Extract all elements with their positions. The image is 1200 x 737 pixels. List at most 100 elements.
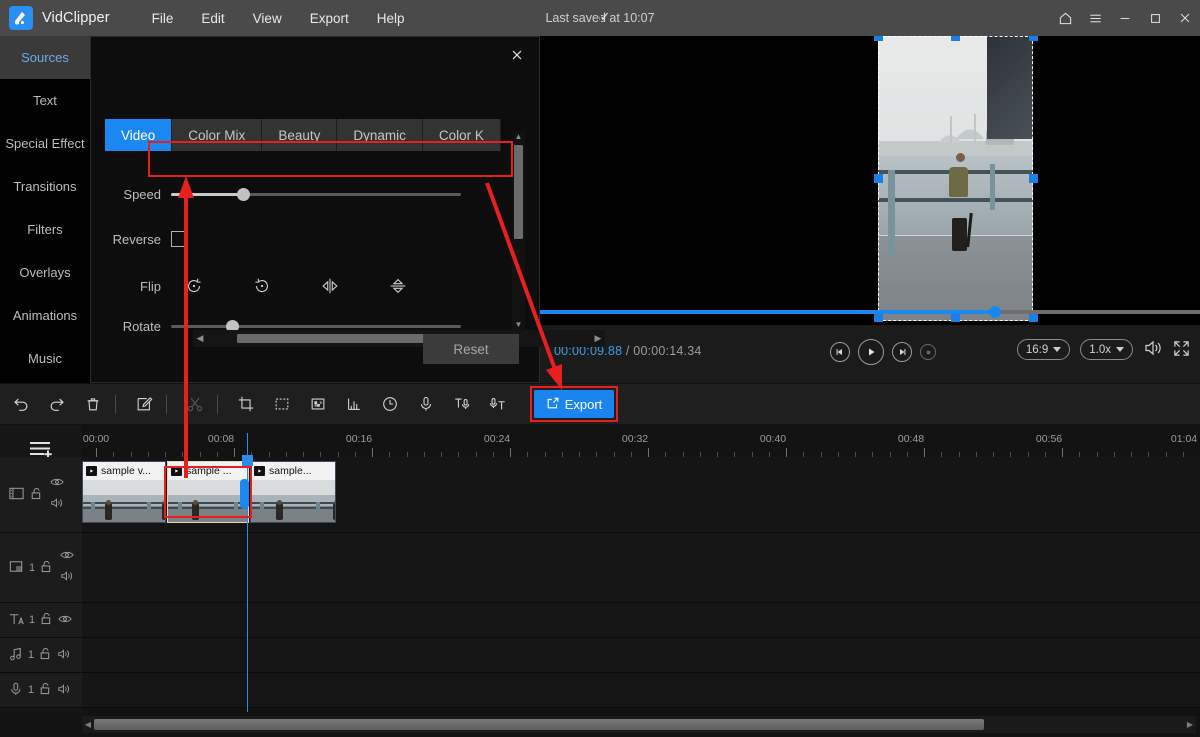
tab-color-mix[interactable]: Color Mix	[172, 119, 263, 151]
crop-icon[interactable]	[230, 389, 261, 419]
menu-help[interactable]: Help	[363, 7, 419, 30]
track-header-voiceover[interactable]: 1	[0, 673, 82, 707]
unlock-icon[interactable]	[38, 646, 53, 664]
timeline-clip[interactable]: sample v...	[82, 461, 166, 523]
unlock-icon[interactable]	[38, 681, 53, 699]
timeline-scroll-thumb[interactable]	[94, 719, 984, 730]
speed-clock-icon[interactable]	[374, 389, 405, 419]
timeline-clip[interactable]: sample...	[250, 461, 336, 523]
sidebar-item-filters[interactable]: Filters	[0, 208, 90, 251]
scroll-left-icon[interactable]: ◀	[82, 720, 94, 729]
resize-handle-bottom-left[interactable]	[874, 313, 883, 322]
eye-icon[interactable]	[50, 477, 64, 490]
hamburger-menu-icon[interactable]	[1080, 0, 1110, 36]
text-to-speech-icon[interactable]	[446, 389, 477, 419]
resize-handle-bottom-center[interactable]	[951, 313, 960, 322]
scroll-down-icon[interactable]: ▼	[515, 319, 523, 331]
mosaic-icon[interactable]	[302, 389, 333, 419]
redo-icon[interactable]	[41, 389, 72, 419]
scroll-left-icon[interactable]: ◀	[193, 333, 207, 344]
horizontal-scroll-thumb[interactable]	[237, 334, 429, 343]
track-lane-video[interactable]: sample v... sample ... sample...	[82, 457, 1200, 532]
rotate-right-icon[interactable]	[245, 269, 279, 303]
rotate-slider[interactable]	[171, 320, 461, 331]
timeline-playhead[interactable]	[242, 433, 253, 712]
reverse-checkbox[interactable]	[171, 231, 187, 247]
resize-handle-right[interactable]	[1029, 174, 1038, 183]
track-lane-overlay[interactable]	[82, 533, 1200, 602]
stop-icon[interactable]	[920, 344, 936, 360]
resize-handle-top-left[interactable]	[874, 36, 883, 41]
speaker-icon[interactable]	[50, 497, 64, 512]
sidebar-item-transitions[interactable]: Transitions	[0, 165, 90, 208]
tab-beauty[interactable]: Beauty	[262, 119, 338, 151]
sidebar-item-sources[interactable]: Sources	[0, 36, 90, 79]
sidebar-item-overlays[interactable]: Overlays	[0, 251, 90, 294]
export-button[interactable]: Export	[534, 390, 614, 418]
tab-dynamic[interactable]: Dynamic	[337, 119, 423, 151]
flip-horizontal-icon[interactable]	[313, 269, 347, 303]
unlock-icon[interactable]	[39, 559, 54, 577]
speaker-icon[interactable]	[57, 683, 71, 698]
dialog-horizontal-scrollbar[interactable]: ◀ ▶	[193, 330, 605, 347]
tab-color-key[interactable]: Color K	[422, 119, 501, 151]
sidebar-item-special-effect[interactable]: Special Effect	[0, 122, 90, 165]
playback-rate-dropdown[interactable]: 1.0x	[1080, 339, 1133, 360]
scroll-right-icon[interactable]: ▶	[1184, 720, 1196, 729]
track-header-text[interactable]: 1	[0, 603, 82, 637]
unlock-icon[interactable]	[39, 611, 54, 629]
eye-icon[interactable]	[60, 550, 74, 563]
timeline-horizontal-scrollbar[interactable]: ◀ ▶	[82, 716, 1196, 733]
close-icon[interactable]	[507, 45, 527, 65]
speech-to-text-icon[interactable]	[482, 389, 513, 419]
eye-icon[interactable]	[58, 614, 72, 627]
resize-handle-left[interactable]	[874, 174, 883, 183]
flip-vertical-icon[interactable]	[381, 269, 415, 303]
timeline-clip[interactable]: sample ...	[167, 461, 249, 523]
track-lane-voiceover[interactable]	[82, 673, 1200, 707]
playhead-knob[interactable]	[242, 455, 253, 466]
track-lane-music[interactable]	[82, 638, 1200, 672]
home-icon[interactable]	[1050, 0, 1080, 36]
resize-handle-top-right[interactable]	[1029, 36, 1038, 41]
sidebar-item-animations[interactable]: Animations	[0, 294, 90, 337]
speed-slider-thumb[interactable]	[237, 188, 250, 201]
menu-export[interactable]: Export	[296, 7, 363, 30]
unlock-icon[interactable]	[29, 486, 44, 504]
time-ruler[interactable]: 00:00 00:08 00:16 00:24 00:32 00:40 00:4…	[82, 425, 1200, 457]
track-header-overlay[interactable]: 1	[0, 533, 82, 602]
dialog-vertical-scrollbar[interactable]: ▲ ▼	[512, 131, 525, 331]
step-forward-icon[interactable]	[892, 342, 912, 362]
menu-edit[interactable]: Edit	[187, 7, 238, 30]
maximize-icon[interactable]	[1140, 0, 1170, 36]
menu-file[interactable]: File	[138, 7, 188, 30]
close-icon[interactable]	[1170, 0, 1200, 36]
speaker-icon[interactable]	[60, 570, 74, 585]
track-header-video[interactable]	[0, 457, 82, 532]
speed-slider[interactable]	[171, 188, 461, 201]
undo-icon[interactable]	[5, 389, 36, 419]
resize-handle-bottom-right[interactable]	[1029, 313, 1038, 322]
track-lane-text[interactable]	[82, 603, 1200, 637]
play-icon[interactable]	[858, 339, 884, 365]
preview-progress-bar[interactable]	[540, 306, 1200, 318]
scroll-right-icon[interactable]: ▶	[591, 333, 605, 344]
volume-icon[interactable]	[1143, 339, 1163, 360]
video-preview[interactable]	[540, 36, 1200, 325]
audio-waveform-icon[interactable]	[338, 389, 369, 419]
menu-view[interactable]: View	[239, 7, 296, 30]
step-back-icon[interactable]	[830, 342, 850, 362]
fullscreen-icon[interactable]	[1173, 340, 1190, 360]
vertical-scroll-thumb[interactable]	[514, 145, 523, 239]
track-header-music[interactable]: 1	[0, 638, 82, 672]
rotate-left-icon[interactable]	[177, 269, 211, 303]
record-voice-icon[interactable]	[410, 389, 441, 419]
scroll-up-icon[interactable]: ▲	[515, 131, 523, 143]
minimize-icon[interactable]	[1110, 0, 1140, 36]
clip-trim-handle[interactable]	[240, 479, 249, 509]
delete-icon[interactable]	[77, 389, 108, 419]
sidebar-item-text[interactable]: Text	[0, 79, 90, 122]
mask-icon[interactable]	[266, 389, 297, 419]
reset-button[interactable]: Reset	[423, 334, 519, 364]
resize-handle-top-center[interactable]	[951, 36, 960, 41]
